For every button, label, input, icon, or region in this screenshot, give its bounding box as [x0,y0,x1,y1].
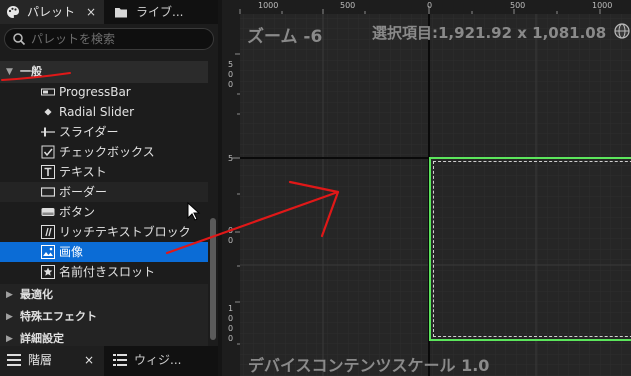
collapsed-triangle-icon: ▶ [6,312,13,322]
category-general-label: 一般 [20,65,42,78]
collapsed-triangle-icon: ▶ [6,334,13,344]
scrollbar-thumb[interactable] [210,218,216,340]
globe-icon[interactable] [614,23,630,39]
tab-hierarchy-label: 階層 [28,353,53,367]
ruler-top: 1000 500 0 500 1000 [222,0,631,14]
palette-item-label: チェックボックス [59,145,155,159]
radial-slider-icon [44,108,52,116]
tab-palette[interactable]: パレット × [0,0,104,24]
device-content-scale: デバイスコンテンツスケール 1.0 [248,356,490,375]
tab-hierarchy[interactable]: 階層 × [0,346,104,376]
palette-item-progressbar[interactable]: ProgressBar [0,82,208,102]
named-slot-icon [41,265,55,279]
palette-item-label: 名前付きスロット [59,265,156,279]
category-optimization-label: 最適化 [20,288,53,301]
search-input-wrapper[interactable] [4,28,214,50]
progressbar-icon [41,88,55,96]
palette-item-label: リッチテキストブロック [59,225,191,239]
close-icon[interactable]: × [86,0,96,24]
palette-item-text[interactable]: テキスト [0,162,208,182]
ruler-left-ticks [232,53,240,345]
slider-icon [41,127,55,137]
palette-item-label: ボタン [59,205,96,219]
palette-icon [7,6,20,18]
tab-library[interactable]: ライブ... [106,0,218,24]
palette-item-radial-slider[interactable]: Radial Slider [0,102,208,122]
text-icon [41,165,55,179]
hierarchy-icon [7,354,21,366]
palette-item-richtext[interactable]: リッチテキストブロック [0,222,208,242]
tab-widget-label: ウィジ... [134,353,182,367]
image-icon [41,245,55,259]
palette-item-label: ProgressBar [59,85,131,99]
palette-item-label: ボーダー [59,185,108,199]
tab-widget[interactable]: ウィジ... [106,346,218,376]
folder-icon [115,8,127,18]
ruler-top-ticks [239,6,601,14]
palette-item-image[interactable]: 画像 [0,242,208,262]
selection-size: 選択項目:1,921.92 x 1,081.08 [372,24,607,42]
collapsed-triangle-icon: ▶ [6,290,13,300]
checkbox-icon [41,145,55,159]
expanded-triangle-icon: ▼ [6,67,13,77]
category-optimization[interactable]: ▶ 最適化 [0,284,208,306]
category-advanced-label: 詳細設定 [20,332,64,345]
category-advanced[interactable]: ▶ 詳細設定 [0,328,208,346]
search-icon [13,33,26,46]
category-special-effects-label: 特殊エフェクト [20,310,97,323]
palette-item-checkbox[interactable]: チェックボックス [0,142,208,162]
search-input[interactable] [31,30,207,48]
mouse-cursor-icon [187,202,201,221]
palette-item-border[interactable]: ボーダー [0,182,208,202]
palette-item-label: テキスト [59,165,107,179]
ruler-left: 5 0 0 5 0 0 1 0 0 0 [222,14,240,376]
palette-item-label: スライダー [59,125,119,139]
tab-library-label: ライブ... [136,5,184,19]
richtext-icon [41,225,55,239]
category-general[interactable]: ▼ 一般 [0,61,208,83]
palette-item-slider[interactable]: スライダー [0,122,208,142]
zoom-level: ズーム -6 [247,27,323,47]
category-special-effects[interactable]: ▶ 特殊エフェクト [0,306,208,328]
tab-palette-label: パレット [27,5,76,19]
border-icon [41,187,55,197]
palette-item-button[interactable]: ボタン [0,202,208,222]
button-icon [41,208,55,216]
close-icon[interactable]: × [84,346,94,374]
palette-item-label: 画像 [59,245,84,259]
palette-item-label: Radial Slider [59,105,135,119]
palette-item-named-slot[interactable]: 名前付きスロット [0,262,208,282]
list-icon [113,354,127,366]
widget-bounds-dashed [433,161,631,337]
